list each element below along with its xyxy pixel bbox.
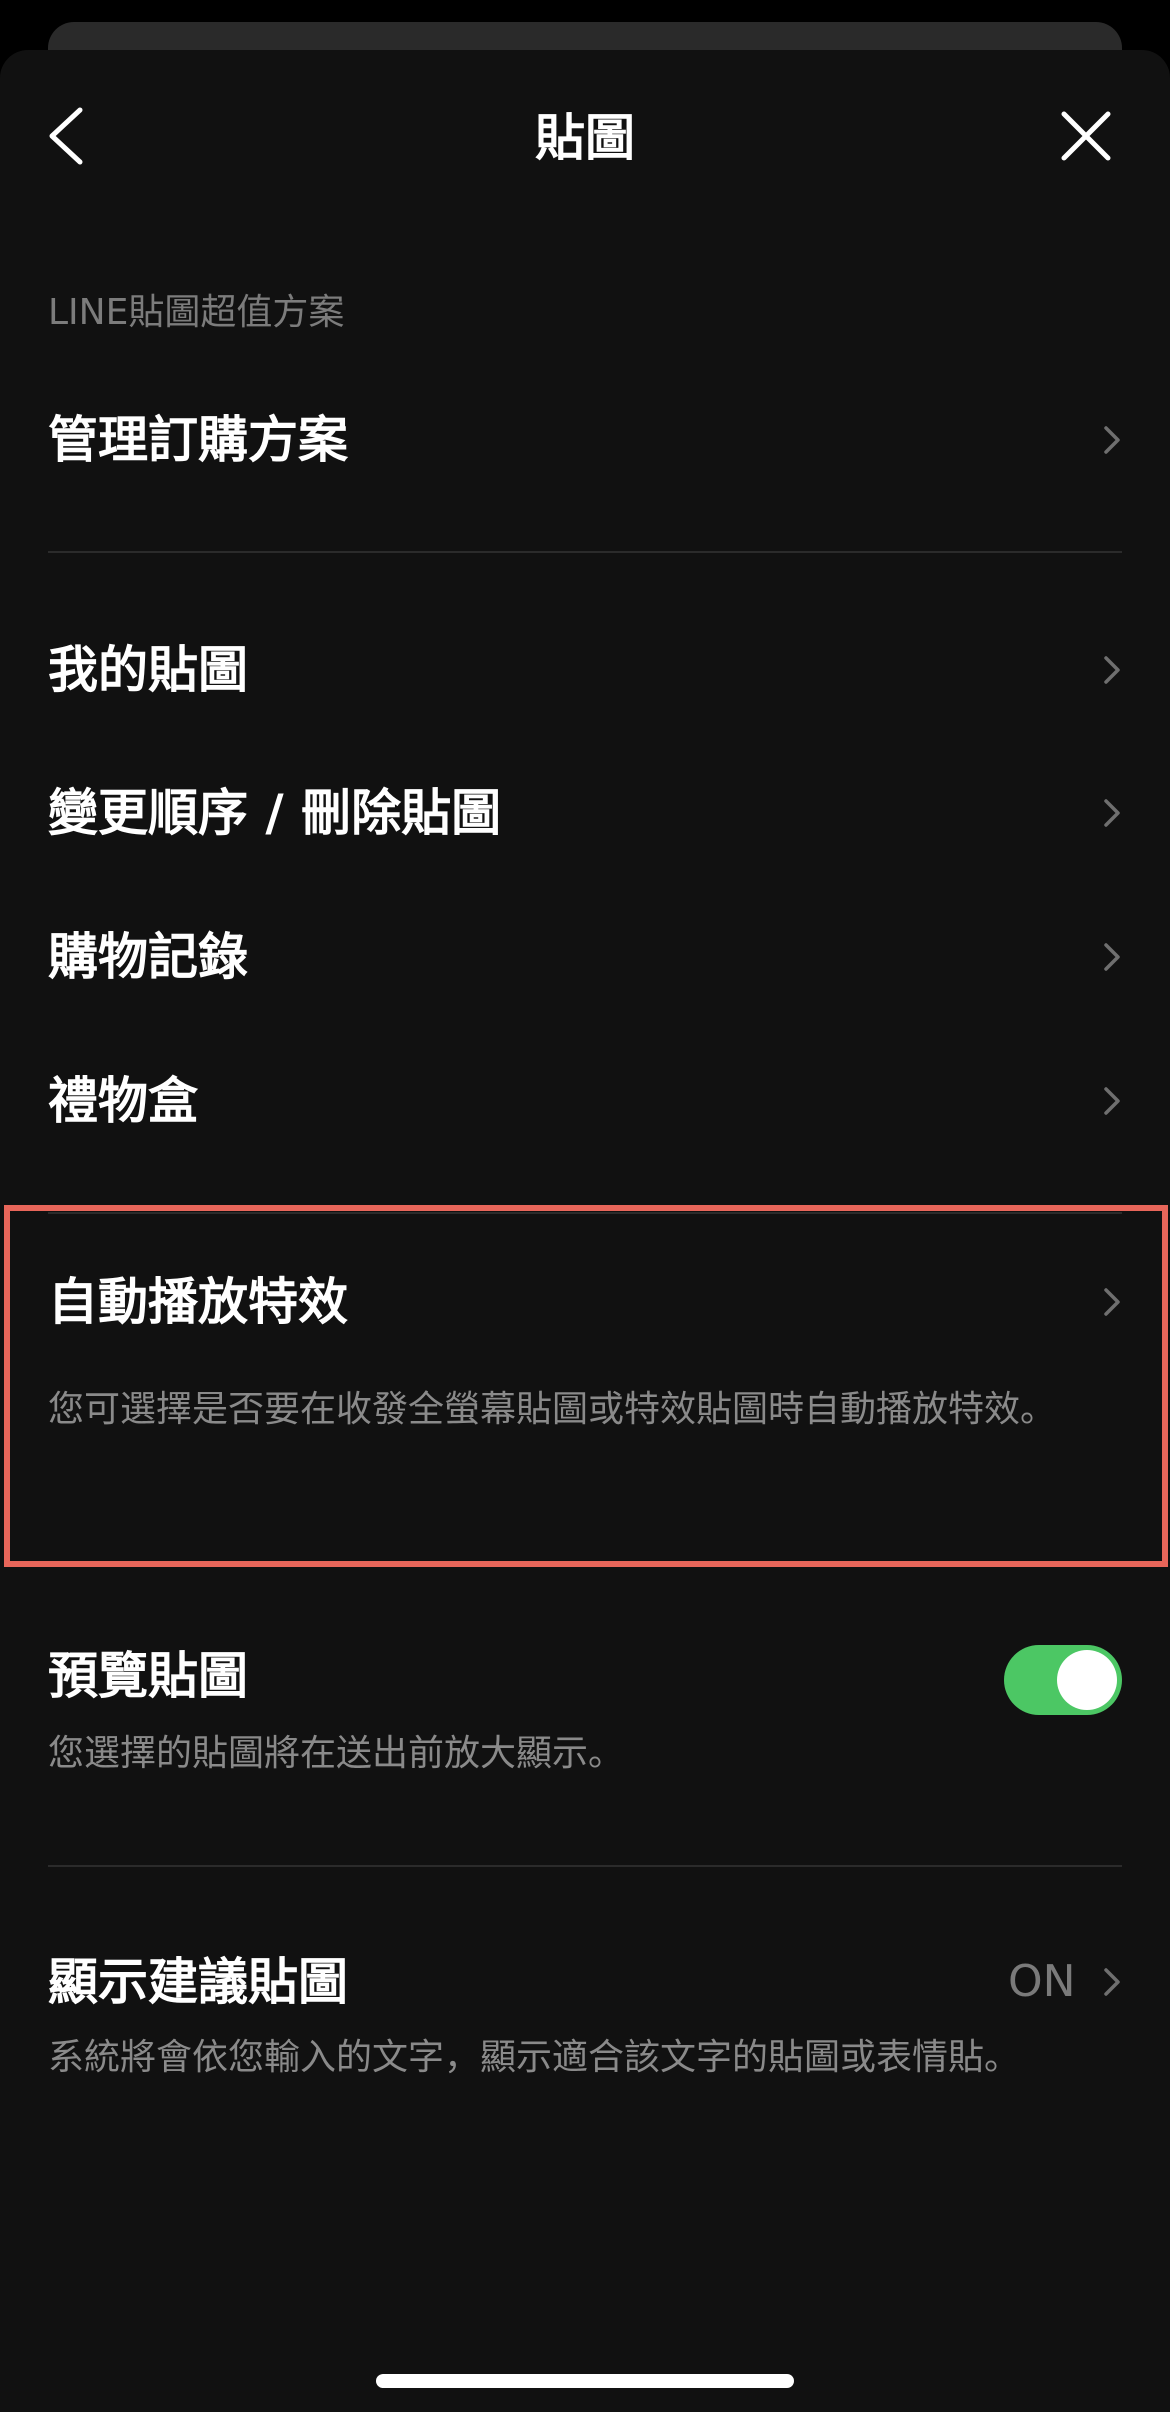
row-suggested-stickers[interactable]: 顯示建議貼圖 系統將會依您輸入的文字，顯示適合該文字的貼圖或表情貼。	[0, 1950, 1170, 2100]
chevron-right-icon	[1104, 656, 1120, 684]
divider	[48, 551, 1122, 553]
page-title: 貼圖	[535, 109, 635, 167]
row-purchase-history[interactable]: 購物記錄	[0, 907, 1170, 1007]
row-description: 您選擇的貼圖將在送出前放大顯示。	[48, 1733, 625, 1774]
chevron-right-icon	[1104, 1087, 1120, 1115]
preview-stickers-toggle[interactable]	[1004, 1645, 1122, 1715]
row-label: 顯示建議貼圖	[48, 1953, 348, 2011]
chevron-right-icon	[1104, 426, 1120, 454]
row-reorder-delete[interactable]: 變更順序 / 刪除貼圖	[0, 763, 1170, 863]
divider	[48, 1865, 1122, 1867]
row-manage-subscription[interactable]: 管理訂購方案	[0, 390, 1170, 490]
toggle-knob	[1057, 1650, 1117, 1710]
divider	[48, 1212, 1122, 1214]
chevron-right-icon	[1104, 799, 1120, 827]
row-label: 預覽貼圖	[48, 1647, 248, 1705]
row-my-stickers[interactable]: 我的貼圖	[0, 620, 1170, 720]
row-label: 自動播放特效	[48, 1273, 348, 1331]
row-label: 我的貼圖	[48, 641, 248, 699]
chevron-right-icon	[1104, 943, 1120, 971]
row-label: 禮物盒	[48, 1072, 198, 1130]
close-button[interactable]	[1046, 96, 1126, 176]
row-autoplay-effects[interactable]: 自動播放特效 您可選擇是否要在收發全螢幕貼圖或特效貼圖時自動播放特效。	[0, 1270, 1170, 1510]
row-description: 您可選擇是否要在收發全螢幕貼圖或特效貼圖時自動播放特效。	[48, 1389, 1057, 1430]
row-label: 變更順序 / 刪除貼圖	[48, 784, 502, 842]
section-label-premium: LINE貼圖超值方案	[48, 292, 345, 333]
chevron-right-icon	[1104, 1968, 1120, 1996]
chevron-right-icon	[1104, 1288, 1120, 1316]
close-icon	[1061, 111, 1111, 161]
header: 貼圖	[0, 50, 1170, 222]
row-description: 系統將會依您輸入的文字，顯示適合該文字的貼圖或表情貼。	[48, 2037, 1021, 2078]
row-label: 管理訂購方案	[48, 411, 348, 469]
row-label: 購物記錄	[48, 928, 248, 986]
suggested-stickers-value: ON	[1008, 1956, 1076, 2007]
row-preview-stickers: 預覽貼圖 您選擇的貼圖將在送出前放大顯示。	[0, 1640, 1170, 1790]
row-gift-box[interactable]: 禮物盒	[0, 1051, 1170, 1151]
home-indicator	[376, 2374, 794, 2388]
